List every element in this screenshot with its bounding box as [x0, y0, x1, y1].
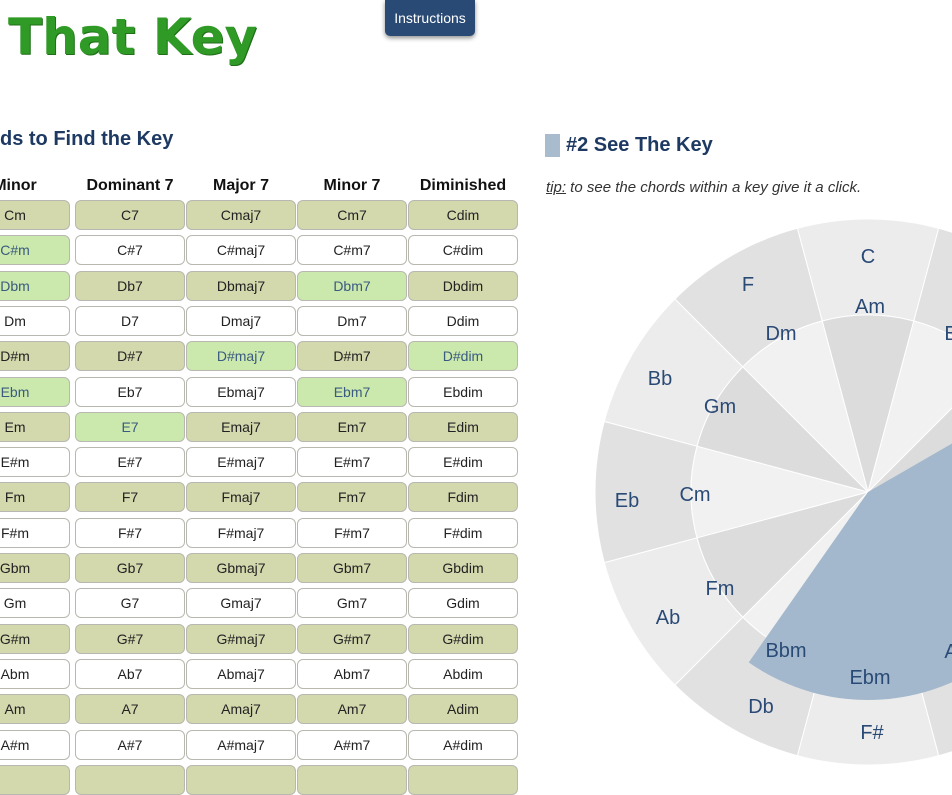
wheel-minor-key[interactable]: Dm: [765, 323, 796, 345]
wheel-minor-key[interactable]: Fm: [706, 578, 735, 600]
wheel-minor-key[interactable]: Cm: [679, 484, 710, 506]
wheel-minor-key[interactable]: Am: [855, 296, 885, 318]
wheel-minor-key[interactable]: Gm: [704, 396, 736, 418]
key-wheel[interactable]: C F Bb Eb Ab Db F# Am Dm Gm Cm Fm Bbm Ebm E A: [0, 0, 952, 773]
wheel-major-key[interactable]: F: [742, 274, 754, 296]
wheel-major-key[interactable]: C: [861, 246, 875, 268]
wheel-minor-key[interactable]: Ebm: [849, 667, 890, 689]
wheel-major-key[interactable]: Db: [748, 696, 774, 718]
wheel-minor-key[interactable]: A: [944, 641, 952, 663]
wheel-major-key[interactable]: E: [944, 323, 952, 345]
wheel-minor-key[interactable]: Bbm: [765, 640, 806, 662]
wheel-major-key[interactable]: Ab: [656, 607, 680, 629]
wheel-major-key[interactable]: F#: [860, 722, 884, 744]
wheel-major-key[interactable]: Bb: [648, 368, 672, 390]
wheel-major-key[interactable]: Eb: [615, 490, 639, 512]
